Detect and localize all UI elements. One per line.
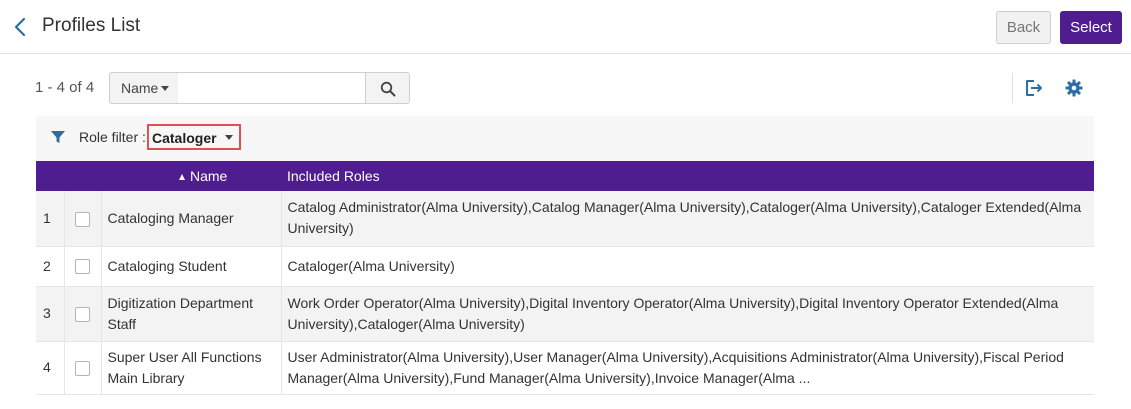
row-index: 1 xyxy=(36,191,65,246)
column-header-index xyxy=(36,161,64,191)
profiles-table: Name Included Roles 1 Cataloging Manager… xyxy=(36,161,1094,395)
row-checkbox[interactable] xyxy=(75,259,90,275)
back-button[interactable]: Back xyxy=(996,11,1051,44)
record-count: 1 - 4 of 4 xyxy=(35,79,95,96)
profile-name: Cataloging Manager xyxy=(101,191,282,246)
search-field-label: Name xyxy=(121,80,159,96)
row-select-cell xyxy=(64,341,102,394)
column-header-name-label: Name xyxy=(190,168,228,184)
table-row[interactable]: 2 Cataloging Student Cataloger(Alma Univ… xyxy=(36,246,1094,286)
search-button[interactable] xyxy=(365,72,410,104)
list-toolbar: 1 - 4 of 4 Name xyxy=(0,70,1131,106)
toolbar-divider xyxy=(1012,73,1013,103)
caret-down-icon xyxy=(225,135,233,140)
search-field-dropdown[interactable]: Name xyxy=(109,72,179,104)
caret-down-icon xyxy=(161,86,170,91)
included-roles: User Administrator(Alma University),User… xyxy=(281,341,1094,394)
column-header-included-roles[interactable]: Included Roles xyxy=(281,161,1094,191)
row-select-cell xyxy=(64,191,102,246)
column-header-select xyxy=(64,161,101,191)
select-button[interactable]: Select xyxy=(1060,11,1122,44)
gear-icon[interactable] xyxy=(1065,79,1083,97)
included-roles: Catalog Administrator(Alma University),C… xyxy=(281,191,1094,246)
row-checkbox[interactable] xyxy=(75,211,90,227)
column-header-name[interactable]: Name xyxy=(101,161,281,191)
row-index: 4 xyxy=(36,341,65,394)
table-row[interactable]: 4 Super User All Functions Main Library … xyxy=(36,341,1094,394)
table-row[interactable]: 1 Cataloging Manager Catalog Administrat… xyxy=(36,191,1094,246)
role-filter-label: Role filter : xyxy=(79,129,146,145)
row-checkbox[interactable] xyxy=(75,360,90,376)
search-input[interactable] xyxy=(178,72,366,104)
profile-name: Cataloging Student xyxy=(101,246,282,286)
sort-ascending-icon xyxy=(179,174,185,180)
back-chevron-icon[interactable] xyxy=(10,15,32,39)
table-header-row: Name Included Roles xyxy=(36,161,1094,191)
row-select-cell xyxy=(64,246,102,286)
row-index: 3 xyxy=(36,286,65,341)
role-filter-value: Cataloger xyxy=(152,130,217,146)
export-icon[interactable] xyxy=(1024,79,1044,97)
search-icon xyxy=(380,81,396,97)
row-index: 2 xyxy=(36,246,65,286)
row-select-cell xyxy=(64,286,102,341)
row-checkbox[interactable] xyxy=(75,306,90,322)
page-header: Profiles List Back Select xyxy=(0,0,1131,54)
filter-bar: Role filter : Cataloger xyxy=(36,116,1094,161)
role-filter-dropdown[interactable]: Cataloger xyxy=(147,124,241,150)
filter-icon xyxy=(51,131,65,143)
table-row[interactable]: 3 Digitization Department Staff Work Ord… xyxy=(36,286,1094,341)
page-title: Profiles List xyxy=(42,15,141,36)
profile-name: Digitization Department Staff xyxy=(101,286,282,341)
included-roles: Work Order Operator(Alma University),Dig… xyxy=(281,286,1094,341)
profile-name: Super User All Functions Main Library xyxy=(101,341,282,394)
included-roles: Cataloger(Alma University) xyxy=(281,246,1094,286)
